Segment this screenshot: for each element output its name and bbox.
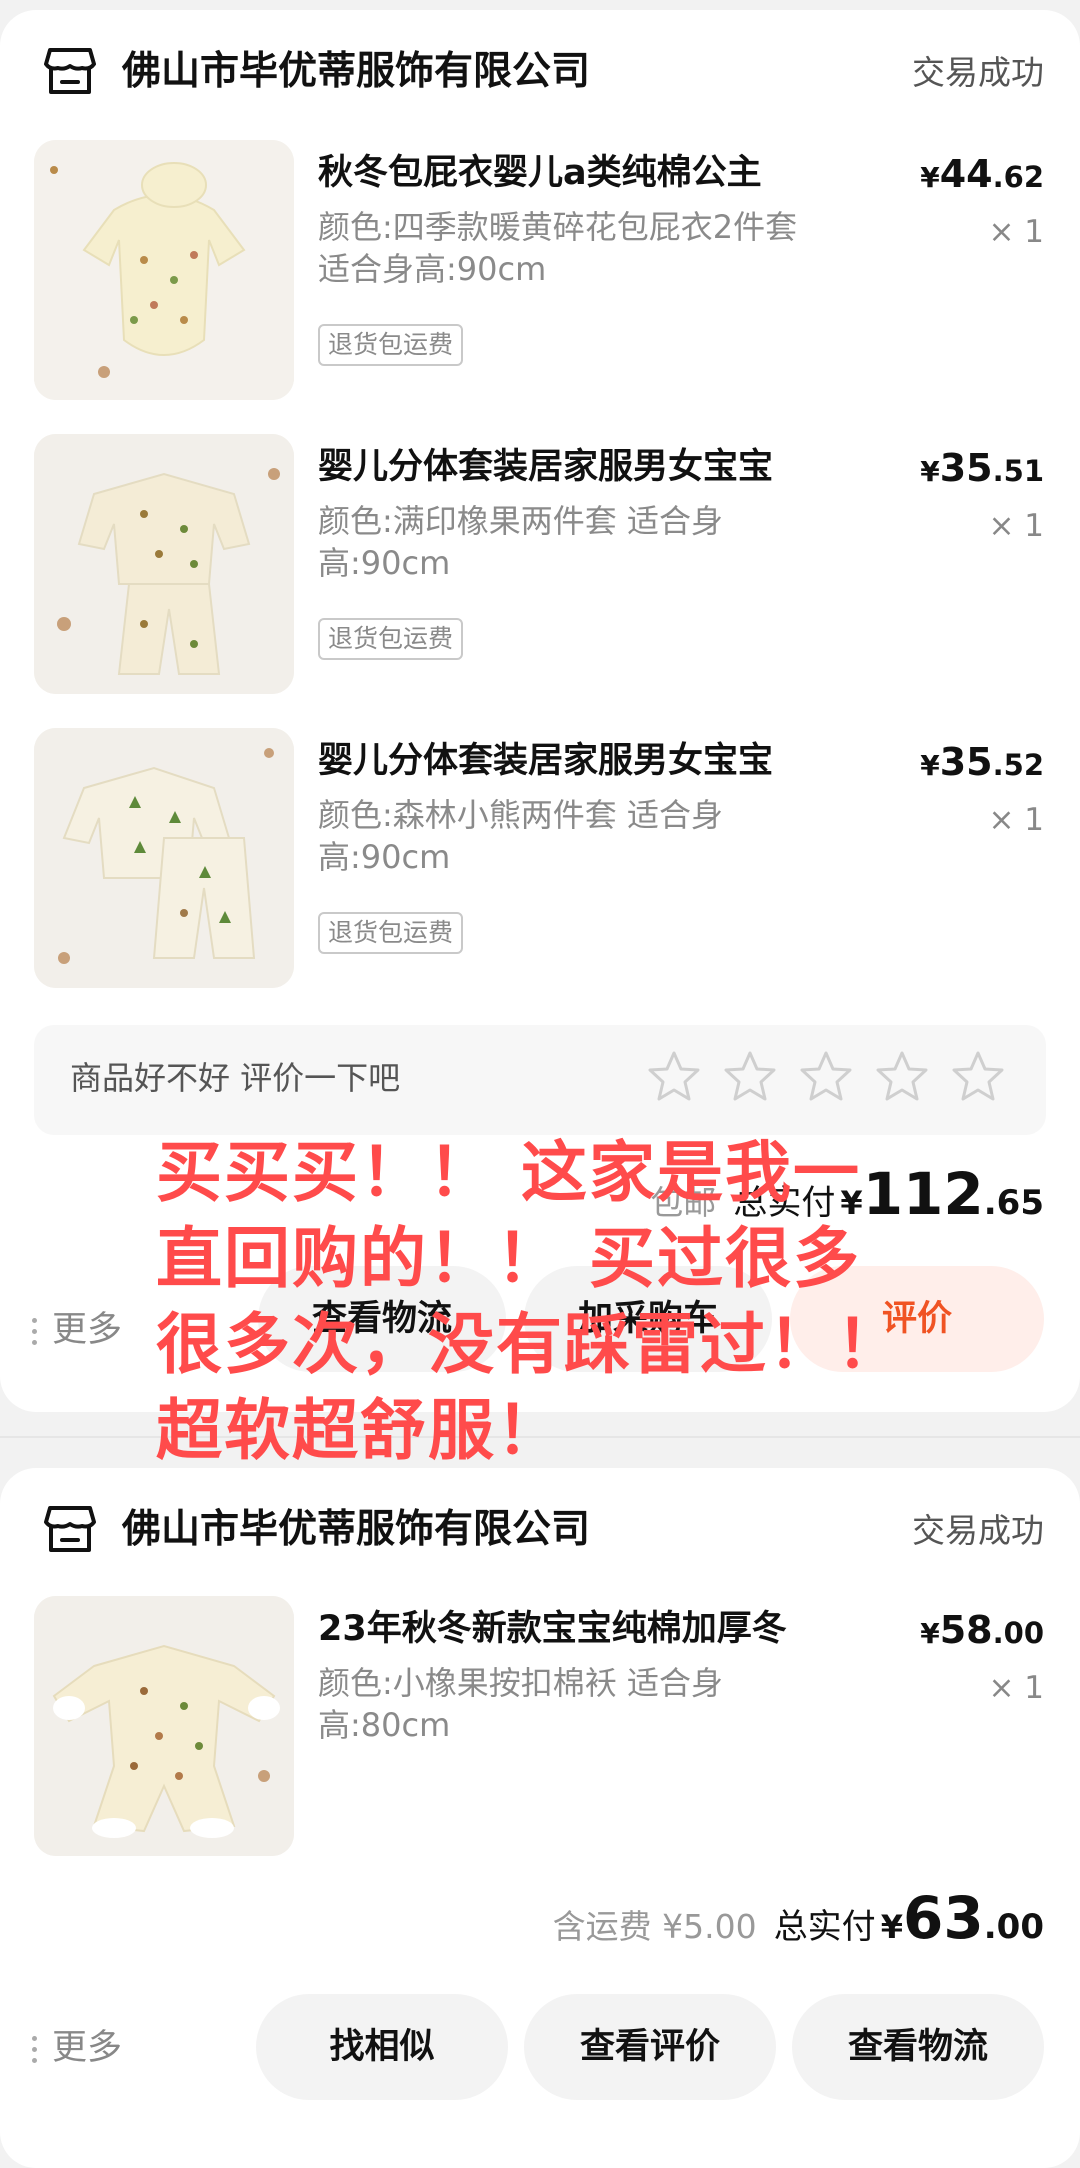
rating-prompt-box: 商品好不好 评价一下吧 bbox=[34, 1025, 1046, 1135]
return-shipping-tag: 退货包运费 bbox=[318, 324, 464, 366]
order-item[interactable]: 婴儿分体套装居家服男女宝宝 ¥35.52 颜色:森林小熊两件套 适合身高:90c… bbox=[0, 728, 1080, 990]
product-price: ¥35.51 bbox=[920, 446, 1044, 490]
product-thumbnail[interactable] bbox=[34, 1596, 294, 1856]
more-dots-icon bbox=[32, 1312, 38, 1351]
shop-header[interactable]: 佛山市毕优蒂服饰有限公司 交易成功 bbox=[0, 1480, 1080, 1580]
star-outline-icon[interactable] bbox=[798, 1049, 854, 1105]
shop-icon bbox=[44, 48, 96, 94]
shop-header[interactable]: 佛山市毕优蒂服饰有限公司 交易成功 bbox=[0, 22, 1080, 122]
shop-name: 佛山市毕优蒂服饰有限公司 bbox=[122, 49, 591, 94]
order-item[interactable]: 23年秋冬新款宝宝纯棉加厚冬 ¥58.00 颜色:小橡果按扣棉袄 适合身高:80… bbox=[0, 1596, 1080, 1858]
return-shipping-tag: 退货包运费 bbox=[318, 912, 464, 954]
product-spec: 颜色:小橡果按扣棉袄 适合身高:80cm bbox=[318, 1664, 723, 1744]
more-button[interactable]: 更多 bbox=[32, 2018, 122, 2078]
product-price: ¥35.52 bbox=[920, 740, 1044, 784]
product-quantity: × 1 bbox=[988, 214, 1044, 250]
star-outline-icon[interactable] bbox=[950, 1049, 1006, 1105]
order-item[interactable]: 秋冬包屁衣婴儿a类纯棉公主 ¥44.62 颜色:四季款暖黄碎花包屁衣2件套 适合… bbox=[0, 140, 1080, 402]
order-status: 交易成功 bbox=[912, 1511, 1044, 1550]
more-button[interactable]: 更多 bbox=[32, 1300, 122, 1360]
shipping-note: 含运费 ¥5.00 bbox=[552, 1907, 757, 1946]
product-thumbnail[interactable] bbox=[34, 140, 294, 400]
find-similar-button[interactable]: 找相似 bbox=[256, 1994, 508, 2100]
product-spec: 颜色:四季款暖黄碎花包屁衣2件套 适合身高:90cm bbox=[318, 208, 798, 288]
order-item[interactable]: 婴儿分体套装居家服男女宝宝 ¥35.51 颜色:满印橡果两件套 适合身高:90c… bbox=[0, 434, 1080, 696]
order-total: 含运费 ¥5.00 总实付 ¥63.00 bbox=[552, 1884, 1044, 1952]
product-title: 23年秋冬新款宝宝纯棉加厚冬 bbox=[318, 1609, 787, 1649]
shop-icon bbox=[44, 1506, 96, 1552]
product-quantity: × 1 bbox=[988, 508, 1044, 544]
product-thumbnail[interactable] bbox=[34, 728, 294, 988]
product-price: ¥58.00 bbox=[920, 1608, 1044, 1652]
view-logistics-button[interactable]: 查看物流 bbox=[792, 1994, 1044, 2100]
total-amount: 63 bbox=[903, 1884, 984, 1952]
star-outline-icon[interactable] bbox=[646, 1049, 702, 1105]
order-card: 佛山市毕优蒂服饰有限公司 交易成功 23年秋冬新款宝宝纯棉加厚冬 ¥58.00 … bbox=[0, 1468, 1080, 2168]
star-outline-icon[interactable] bbox=[874, 1049, 930, 1105]
star-rating[interactable] bbox=[626, 1049, 1006, 1109]
shop-name: 佛山市毕优蒂服饰有限公司 bbox=[122, 1507, 591, 1552]
total-label: 总实付 bbox=[773, 1907, 876, 1947]
product-title: 婴儿分体套装居家服男女宝宝 bbox=[318, 741, 774, 781]
product-spec: 颜色:满印橡果两件套 适合身高:90cm bbox=[318, 502, 723, 582]
product-quantity: × 1 bbox=[988, 1670, 1044, 1706]
product-title: 秋冬包屁衣婴儿a类纯棉公主 bbox=[318, 153, 762, 193]
rating-prompt-text: 商品好不好 评价一下吧 bbox=[70, 1059, 401, 1097]
star-outline-icon[interactable] bbox=[722, 1049, 778, 1105]
order-status: 交易成功 bbox=[912, 53, 1044, 92]
product-title: 婴儿分体套装居家服男女宝宝 bbox=[318, 447, 774, 487]
product-price: ¥44.62 bbox=[920, 152, 1044, 196]
product-thumbnail[interactable] bbox=[34, 434, 294, 694]
product-spec: 颜色:森林小熊两件套 适合身高:90cm bbox=[318, 796, 723, 876]
view-reviews-button[interactable]: 查看评价 bbox=[524, 1994, 776, 2100]
return-shipping-tag: 退货包运费 bbox=[318, 618, 464, 660]
overlay-caption: 买买买！！ 这家是我一直回购的！！ 买过很多很多次，没有踩雷过！！ 超软超舒服！ bbox=[156, 1134, 904, 1469]
more-dots-icon bbox=[32, 2030, 38, 2069]
product-quantity: × 1 bbox=[988, 802, 1044, 838]
